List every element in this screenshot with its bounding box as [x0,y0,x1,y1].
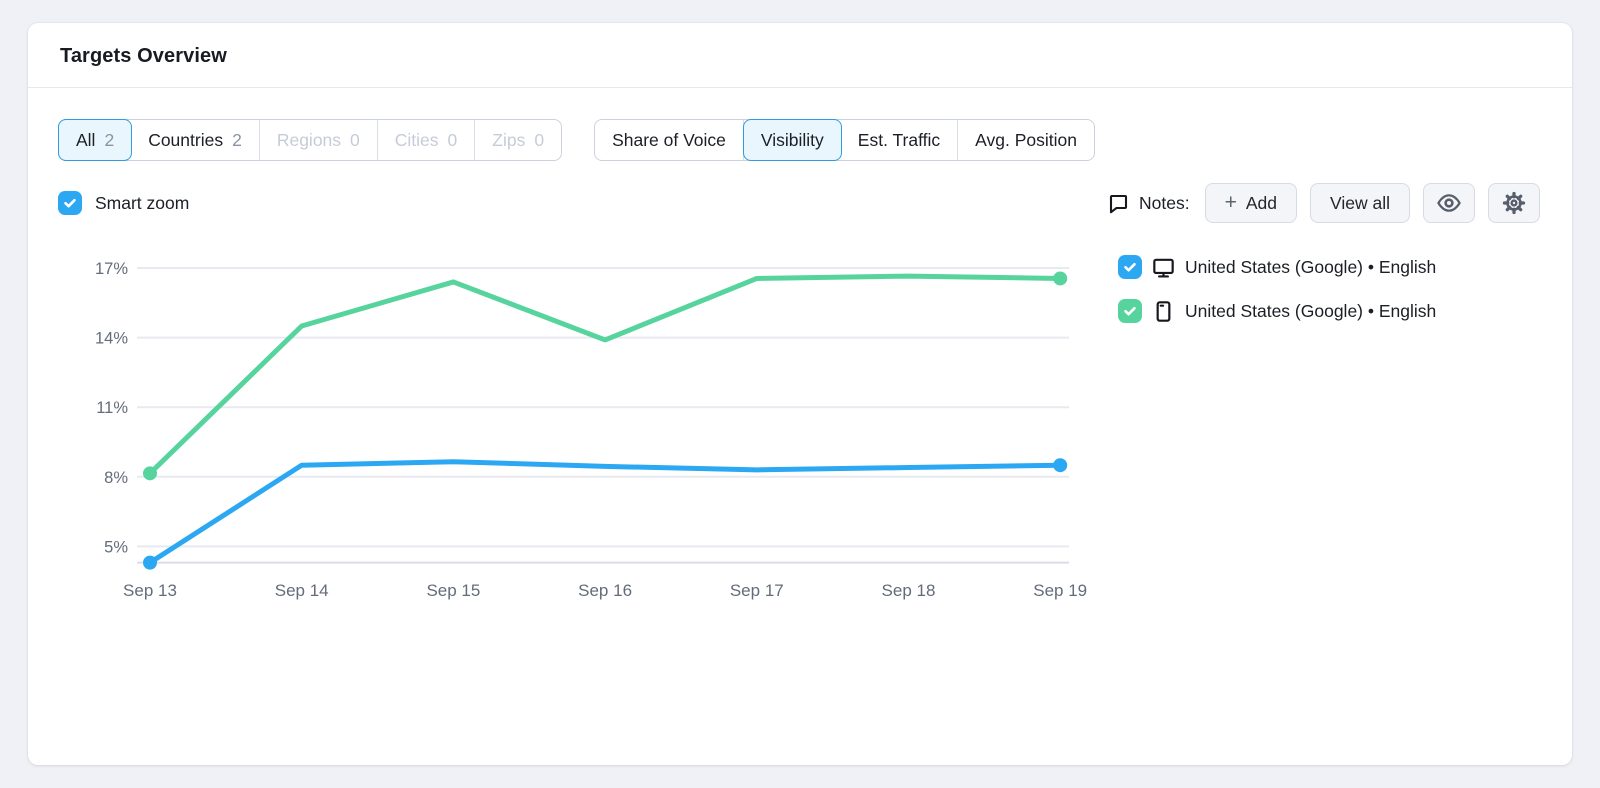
controls-row: All 2 Countries 2 Regions 0 Cities 0 Zips 0 Share… [58,119,1542,161]
metric-tab-avg-position[interactable]: Avg. Position [958,120,1094,160]
tab-count: 2 [232,130,242,151]
legend-checkbox-desktop[interactable] [1118,255,1142,279]
desktop-icon [1151,255,1176,280]
tab-count: 0 [534,130,544,151]
metric-tab-visibility[interactable]: Visibility [743,119,842,161]
plus-icon: + [1225,192,1237,213]
y-axis-tick-label: 14% [95,330,128,348]
notes-label: Notes: [1139,193,1190,214]
notes-cluster: Notes: + Add View all [1106,183,1540,223]
notes-label-wrap: Notes: [1106,191,1190,215]
tab-label: Visibility [761,130,824,151]
view-all-label: View all [1330,193,1390,214]
legend-checkbox-mobile[interactable] [1118,299,1142,323]
targets-overview-card: Targets Overview All2Countries2Regions0C… [28,23,1572,765]
tab-count: 2 [104,130,114,151]
x-axis-label: Sep 13 [123,581,177,600]
eye-icon [1436,190,1462,216]
x-axis-label: Sep 15 [426,581,480,600]
smart-zoom-toggle[interactable]: Smart zoom [58,191,189,215]
y-axis-tick-label: 17% [95,260,128,278]
smart-zoom-checkbox[interactable] [58,191,82,215]
geo-tab-countries[interactable]: Countries 2 [131,120,260,160]
tab-label: Zips [492,130,525,151]
series-endpoint-dot[interactable] [143,556,157,570]
geo-tab-zips: Zips 0 [475,120,561,160]
smart-zoom-label: Smart zoom [95,193,189,214]
tab-label: Cities [395,130,439,151]
tab-count: 0 [448,130,458,151]
add-note-button[interactable]: + Add [1205,183,1297,223]
metric-tab-group: Share of Voice Visibility Est. Traffic Avg.… [594,119,1095,161]
x-axis-label: Sep 18 [882,581,936,600]
tab-label: Avg. Position [975,130,1077,151]
note-bubble-icon [1106,191,1130,215]
x-axis-label: Sep 17 [730,581,784,600]
x-axis-label: Sep 16 [578,581,632,600]
visibility-chart[interactable]: 17% 14% 11% 8% 5% Sep 13 Sep 14 Sep 15 Sep 16 Sep… [58,248,1098,613]
checkmark-icon [1122,303,1138,319]
legend-item-mobile[interactable]: United States (Google) • English [1118,296,1538,326]
view-all-notes-button[interactable]: View all [1310,183,1410,223]
chart-settings-button[interactable] [1488,183,1540,223]
tab-count: 0 [350,130,360,151]
x-axis-label: Sep 14 [275,581,329,600]
tab-label: All [76,130,95,151]
tab-label: Regions [277,130,341,151]
geo-tab-all[interactable]: All 2 [58,119,132,161]
tab-label: Countries [148,130,223,151]
series-endpoint-dot[interactable] [1053,271,1067,285]
geo-tab-cities: Cities 0 [378,120,476,160]
chart-region: 17% 14% 11% 8% 5% Sep 13 Sep 14 Sep 15 Sep 16 Sep… [58,248,1572,638]
mobile-icon [1151,299,1176,324]
legend-label: United States (Google) • English [1185,252,1465,282]
series-endpoint-dot[interactable] [143,466,157,480]
geo-tab-group: All 2 Countries 2 Regions 0 Cities 0 Zips 0 [58,119,562,161]
y-axis-tick-label: 11% [96,399,128,417]
metric-tab-est-traffic[interactable]: Est. Traffic [841,120,958,160]
y-axis-tick-label: 5% [104,538,128,556]
metric-tab-share-of-voice[interactable]: Share of Voice [595,120,744,160]
x-axis-label: Sep 19 [1033,581,1087,600]
add-note-label: Add [1246,193,1277,214]
tab-label: Share of Voice [612,130,726,151]
legend-label: United States (Google) • English [1185,296,1465,326]
tab-label: Est. Traffic [858,130,940,151]
gear-icon [1501,190,1527,216]
geo-tab-regions: Regions 0 [260,120,378,160]
chart-legend: United States (Google) • English United S… [1118,252,1538,340]
series-line-united-states-google-english-mobile[interactable] [150,276,1060,473]
y-axis-tick-label: 8% [104,469,128,487]
checkmark-icon [1122,259,1138,275]
checkmark-icon [62,195,78,211]
visibility-toggle-button[interactable] [1423,183,1475,223]
card-header: Targets Overview [28,23,1572,88]
legend-item-desktop[interactable]: United States (Google) • English [1118,252,1538,282]
series-endpoint-dot[interactable] [1053,458,1067,472]
toolbar-row: Smart zoom Notes: + Add View all [58,182,1540,224]
page-title: Targets Overview [60,45,1540,68]
